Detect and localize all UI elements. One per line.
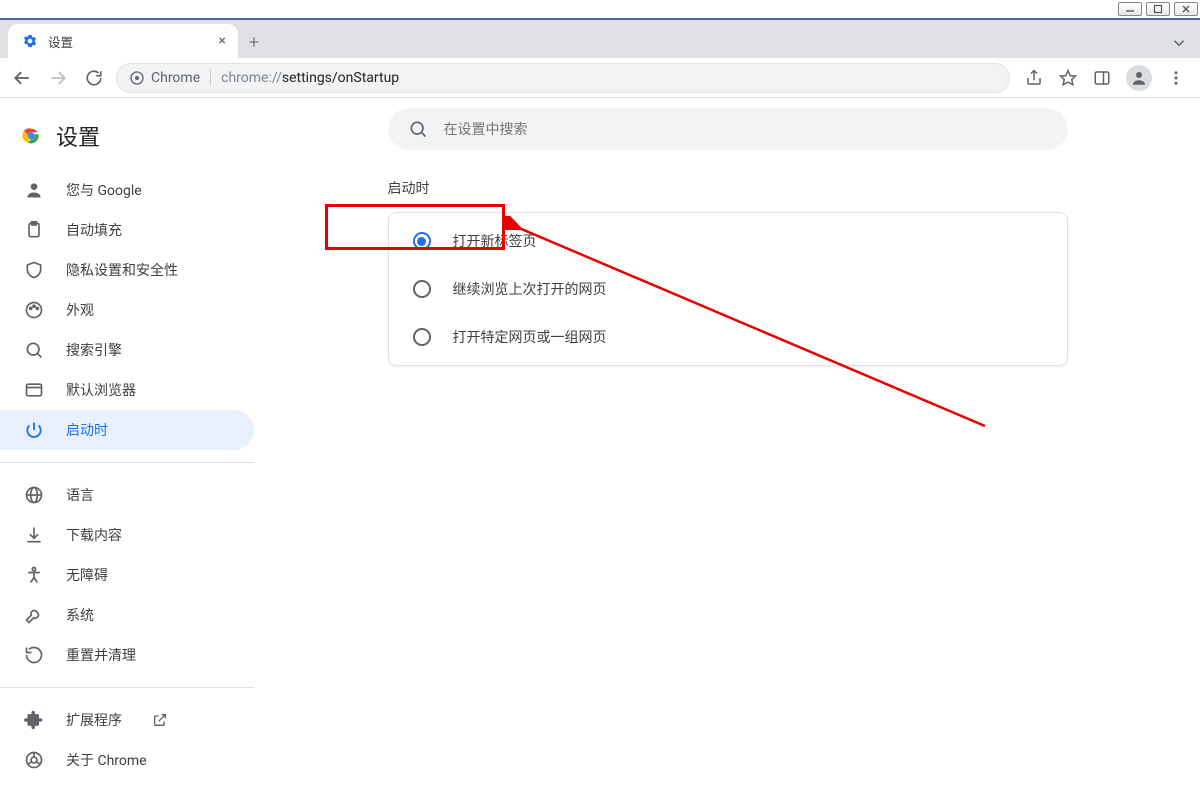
option-label: 继续浏览上次打开的网页 xyxy=(453,279,607,299)
chrome-logo-icon xyxy=(20,125,42,147)
wrench-icon xyxy=(24,605,44,625)
chrome-outline-icon xyxy=(24,750,44,770)
sidebar-item-about-chrome[interactable]: 关于 Chrome xyxy=(0,740,254,780)
power-icon xyxy=(24,420,44,440)
sidebar-item-label: 关于 Chrome xyxy=(66,750,147,770)
window-close-button[interactable] xyxy=(1174,2,1198,16)
option-specific-pages[interactable]: 打开特定网页或一组网页 xyxy=(389,313,1067,361)
sidebar-item-you-and-google[interactable]: 您与 Google xyxy=(0,170,254,210)
on-startup-card: 打开新标签页 继续浏览上次打开的网页 打开特定网页或一组网页 xyxy=(388,212,1068,366)
sidebar-item-downloads[interactable]: 下载内容 xyxy=(0,515,254,555)
browser-toolbar: Chrome chrome://settings/onStartup xyxy=(0,58,1200,98)
site-info-icon[interactable]: Chrome xyxy=(129,70,200,86)
new-tab-button[interactable]: + xyxy=(238,26,270,58)
kebab-menu-icon[interactable] xyxy=(1166,68,1186,88)
sidebar-item-label: 您与 Google xyxy=(66,180,142,200)
sidebar-item-on-startup[interactable]: 启动时 xyxy=(0,410,254,450)
omnibox[interactable]: Chrome chrome://settings/onStartup xyxy=(116,63,1010,93)
sidebar-item-label: 扩展程序 xyxy=(66,710,122,730)
sidebar-item-search-engine[interactable]: 搜索引擎 xyxy=(0,330,254,370)
settings-search-input[interactable] xyxy=(444,121,1048,137)
option-continue[interactable]: 继续浏览上次打开的网页 xyxy=(389,265,1067,313)
reload-button[interactable] xyxy=(80,64,108,92)
settings-page: 设置 您与 Google 自动填充 隐私设置和安全性 外观 搜索引擎 xyxy=(0,98,1200,802)
url-text: chrome://settings/onStartup xyxy=(221,70,399,86)
bookmark-star-icon[interactable] xyxy=(1058,68,1078,88)
search-icon xyxy=(408,119,428,139)
section-title-on-startup: 启动时 xyxy=(388,178,1068,198)
sidebar-item-label: 搜索引擎 xyxy=(66,340,122,360)
globe-icon xyxy=(24,485,44,505)
forward-button[interactable] xyxy=(44,64,72,92)
sidebar-item-default-browser[interactable]: 默认浏览器 xyxy=(0,370,254,410)
sidebar-divider xyxy=(0,687,254,688)
profile-avatar[interactable] xyxy=(1126,65,1152,91)
sidebar-item-privacy[interactable]: 隐私设置和安全性 xyxy=(0,250,254,290)
tab-close-icon[interactable]: × xyxy=(219,33,226,49)
page-title: 设置 xyxy=(0,106,254,170)
sidebar-item-label: 语言 xyxy=(66,485,94,505)
palette-icon xyxy=(24,300,44,320)
accessibility-icon xyxy=(24,565,44,585)
tab-strip: 设置 × + xyxy=(0,20,1200,58)
browser-tab-settings[interactable]: 设置 × xyxy=(8,24,238,58)
shield-icon xyxy=(24,260,44,280)
settings-content: 启动时 打开新标签页 继续浏览上次打开的网页 打开特定网页或一组网页 xyxy=(255,98,1200,802)
clipboard-icon xyxy=(24,220,44,240)
browser-icon xyxy=(24,380,44,400)
sidebar-item-label: 重置并清理 xyxy=(66,645,136,665)
os-titlebar xyxy=(0,0,1200,20)
share-icon[interactable] xyxy=(1024,68,1044,88)
sidebar-item-appearance[interactable]: 外观 xyxy=(0,290,254,330)
tab-overflow-chevron[interactable] xyxy=(1170,34,1200,58)
back-button[interactable] xyxy=(8,64,36,92)
radio-icon[interactable] xyxy=(413,232,431,250)
option-label: 打开新标签页 xyxy=(453,231,537,251)
search-icon xyxy=(24,340,44,360)
tab-title: 设置 xyxy=(48,32,73,51)
sidebar-divider xyxy=(0,462,254,463)
sidebar-item-system[interactable]: 系统 xyxy=(0,595,254,635)
side-panel-icon[interactable] xyxy=(1092,68,1112,88)
radio-icon[interactable] xyxy=(413,280,431,298)
sidebar-item-autofill[interactable]: 自动填充 xyxy=(0,210,254,250)
sidebar-item-reset[interactable]: 重置并清理 xyxy=(0,635,254,675)
sidebar-item-label: 自动填充 xyxy=(66,220,122,240)
sidebar-item-label: 启动时 xyxy=(66,420,108,440)
omnibox-divider xyxy=(210,70,211,86)
sidebar-item-label: 系统 xyxy=(66,605,94,625)
sidebar-item-label: 外观 xyxy=(66,300,94,320)
window-maximize-button[interactable] xyxy=(1146,2,1170,16)
site-label: Chrome xyxy=(151,70,200,86)
extension-icon xyxy=(24,710,44,730)
restore-icon xyxy=(24,645,44,665)
window-minimize-button[interactable] xyxy=(1118,2,1142,16)
sidebar-item-languages[interactable]: 语言 xyxy=(0,475,254,515)
settings-sidebar: 设置 您与 Google 自动填充 隐私设置和安全性 外观 搜索引擎 xyxy=(0,98,255,802)
sidebar-item-label: 下载内容 xyxy=(66,525,122,545)
download-icon xyxy=(24,525,44,545)
sidebar-item-label: 无障碍 xyxy=(66,565,108,585)
open-external-icon xyxy=(150,710,170,730)
gear-icon xyxy=(20,31,40,51)
sidebar-item-accessibility[interactable]: 无障碍 xyxy=(0,555,254,595)
radio-icon[interactable] xyxy=(413,328,431,346)
person-icon xyxy=(24,180,44,200)
option-label: 打开特定网页或一组网页 xyxy=(453,327,607,347)
sidebar-item-extensions[interactable]: 扩展程序 xyxy=(0,700,254,740)
settings-search[interactable] xyxy=(388,108,1068,150)
option-new-tab[interactable]: 打开新标签页 xyxy=(389,217,1067,265)
sidebar-item-label: 隐私设置和安全性 xyxy=(66,260,178,280)
sidebar-item-label: 默认浏览器 xyxy=(66,380,136,400)
